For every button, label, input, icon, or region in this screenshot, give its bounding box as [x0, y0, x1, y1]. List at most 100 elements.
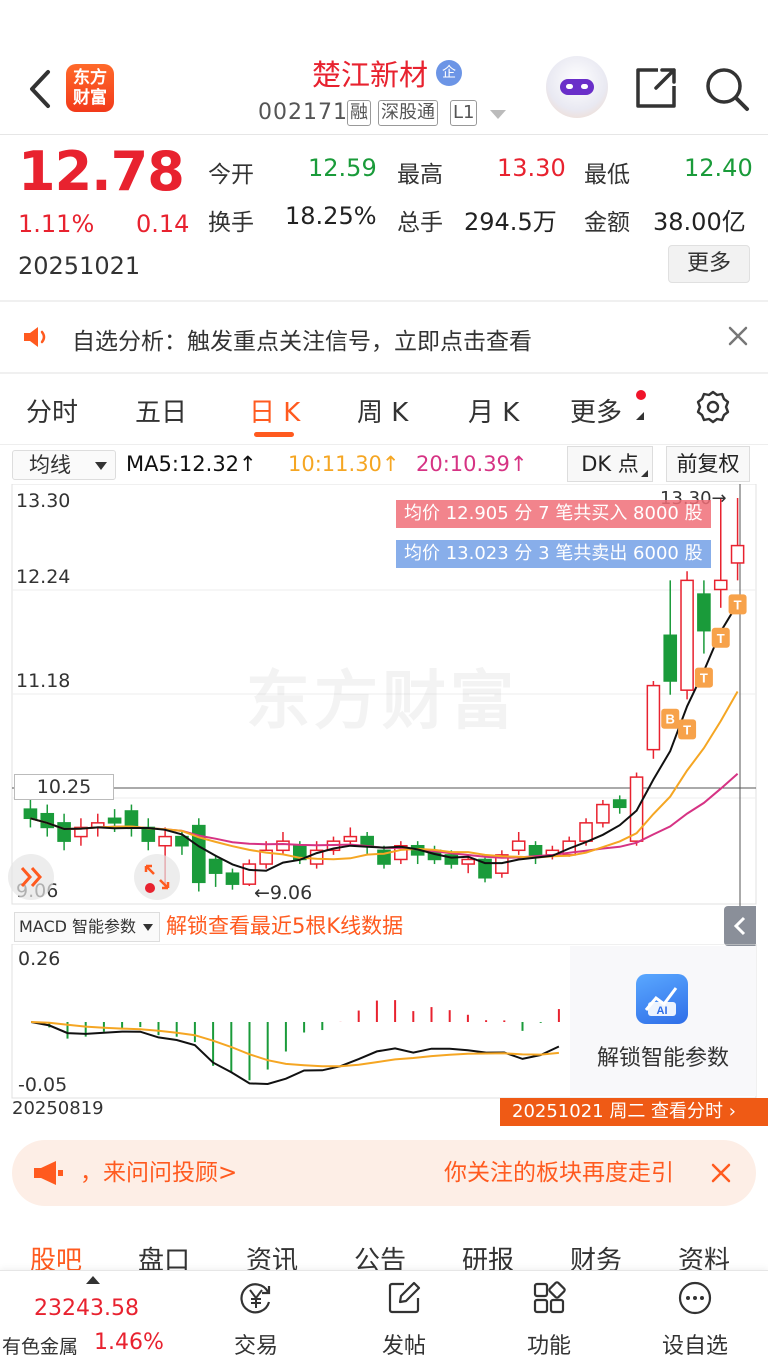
share-icon[interactable] [634, 66, 678, 110]
candle [23, 799, 38, 828]
close-icon[interactable] [726, 324, 750, 348]
ai-icon: AI [636, 974, 688, 1024]
tab-more[interactable]: 更多 [570, 392, 622, 429]
low-value: 12.40 [684, 154, 753, 182]
tag-level: L1 [450, 100, 478, 126]
y-tick: 12.24 [16, 566, 71, 588]
notification-dot [636, 390, 646, 400]
dk-point-button[interactable]: DK 点 [567, 446, 653, 482]
nav-trade[interactable]: 交易 [196, 1280, 316, 1360]
candle [40, 804, 55, 837]
nav-functions[interactable]: 功能 [489, 1280, 609, 1360]
sector-index-value[interactable]: 23243.58 [34, 1296, 139, 1321]
trade-marker: T [728, 594, 747, 615]
sell-summary-label: 均价 13.023 分 3 笔共卖出 6000 股 [396, 540, 711, 568]
speaker-icon [24, 327, 46, 347]
expand-icon[interactable] [134, 854, 180, 900]
candle [208, 854, 223, 887]
watermark: 东方财富 [246, 665, 518, 739]
turnover-value: 18.25% [285, 202, 377, 230]
trade-marker-text: T [700, 671, 708, 686]
active-tab-indicator [254, 432, 294, 437]
candle-body [680, 579, 694, 691]
volume-label: 总手 [397, 210, 443, 236]
divider [0, 372, 768, 374]
amount-label: 金额 [584, 210, 630, 236]
nav-add-watchlist[interactable]: 设自选 [635, 1280, 755, 1360]
candle [343, 827, 358, 846]
candle [697, 580, 711, 654]
ad-marquee-text: 你关注的板块再度走引 [444, 1160, 674, 1186]
quote-date: 20251021 [18, 252, 141, 280]
candle-body [528, 844, 543, 856]
macd-y-top: 0.26 [18, 948, 61, 970]
candle-body [276, 840, 290, 852]
low-label: 最低 [584, 162, 630, 188]
more-button[interactable]: 更多 [668, 245, 750, 283]
caret-up-icon[interactable] [86, 1276, 100, 1284]
candle-body [23, 808, 38, 820]
ai-badge-text: AI [657, 1005, 668, 1017]
tab-five-day[interactable]: 五日 [135, 392, 187, 429]
candle [478, 854, 492, 883]
candle [713, 498, 728, 608]
min-price-label: ←9.06 [254, 882, 313, 904]
enterprise-badge-icon: 企 [436, 60, 462, 86]
open-value: 12.59 [308, 154, 377, 182]
candle [74, 818, 88, 846]
advisor-banner[interactable]: ，来问问投顾> 你关注的板块再度走引 [12, 1140, 756, 1206]
candle-body [107, 817, 122, 824]
nav-trade-label: 交易 [233, 1334, 278, 1359]
search-icon[interactable] [704, 66, 750, 112]
y-tick-top: 13.30 [16, 490, 71, 512]
stock-code: 002171 [258, 100, 348, 125]
macd-unlock-link[interactable]: 解锁查看最近5根K线数据 [166, 912, 403, 940]
candle-body [596, 803, 610, 824]
tab-weekly-k[interactable]: 周 K [357, 392, 408, 429]
macd-dea-line [31, 1021, 559, 1068]
chevron-down-icon[interactable] [490, 110, 506, 119]
tab-intraday[interactable]: 分时 [26, 392, 78, 429]
ma-select[interactable]: 均线 [12, 450, 116, 480]
close-icon[interactable] [710, 1162, 732, 1184]
nav-add-watchlist-label: 设自选 [661, 1334, 728, 1359]
crosshair-price-label: 10.25 [14, 774, 114, 800]
trade-marker-text: B [666, 712, 675, 727]
yen-icon [240, 1283, 271, 1314]
candle [410, 841, 425, 865]
candle-body [360, 835, 374, 847]
trade-marker-text: T [683, 722, 691, 737]
candle [225, 868, 240, 890]
macd-select[interactable]: MACD 智能参数 [14, 912, 160, 942]
candle [259, 841, 273, 869]
forward-icon[interactable] [8, 854, 54, 900]
candle-body [730, 544, 745, 564]
nav-post[interactable]: 发帖 [344, 1280, 464, 1360]
notice-banner[interactable]: 自选分析：触发重点关注信号，立即点击查看 [0, 302, 768, 372]
tab-monthly-k[interactable]: 月 K [468, 392, 519, 429]
candle [394, 841, 408, 865]
candle-body [713, 579, 728, 591]
candle [377, 845, 391, 869]
sector-change[interactable]: 1.46% [94, 1330, 164, 1355]
turnover-label: 换手 [208, 210, 254, 236]
candle-body [612, 799, 627, 809]
candle-body [663, 634, 678, 682]
advisor-text: ，来问问投顾> [80, 1160, 238, 1186]
sector-name[interactable]: 有色金属 [2, 1332, 78, 1359]
y-tick: 11.18 [16, 670, 71, 692]
tab-daily-k[interactable]: 日 K [249, 392, 300, 429]
candle [680, 571, 694, 700]
divider [0, 444, 768, 445]
view-intraday-bar[interactable]: 20251021 周二 查看分时 › [500, 1098, 768, 1126]
ai-unlock-panel[interactable]: AI 解锁智能参数 [570, 946, 756, 1096]
high-label: 最高 [397, 162, 443, 188]
adjust-button[interactable]: 前复权 [666, 446, 750, 482]
gear-icon[interactable] [696, 390, 730, 424]
candle-body [461, 858, 475, 865]
candle-body [579, 822, 593, 842]
change-percent: 1.11% [18, 210, 95, 238]
trade-marker-text: T [734, 597, 742, 612]
collapse-panel-icon[interactable] [724, 906, 756, 946]
assistant-avatar-icon[interactable] [546, 56, 608, 118]
